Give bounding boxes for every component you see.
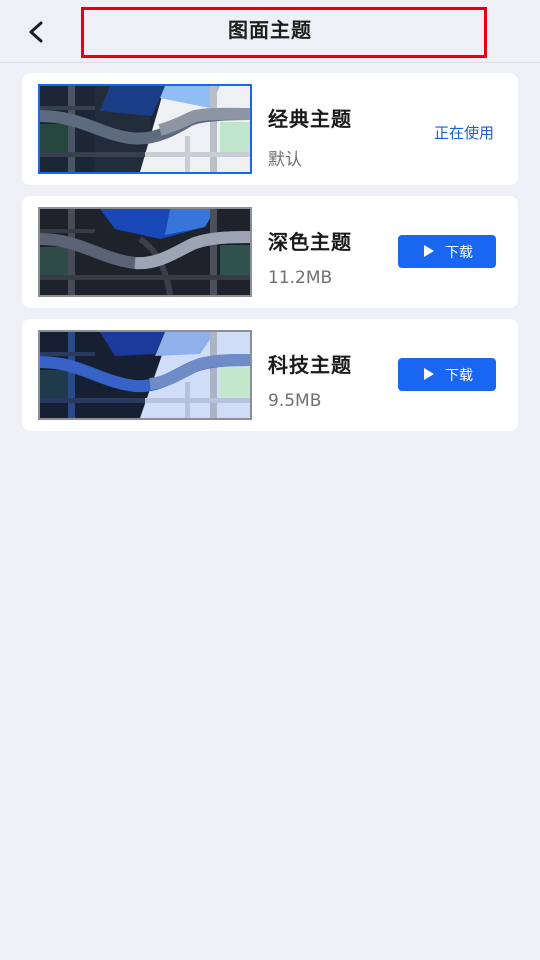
download-button-label: 下载 (445, 245, 473, 261)
header-bar: 图面主题 (0, 0, 540, 62)
play-icon (424, 245, 434, 257)
theme-size: 11.2MB (268, 268, 333, 288)
theme-thumbnail-tech[interactable] (38, 330, 252, 420)
header-divider (0, 62, 540, 63)
theme-card-tech[interactable]: 科技主题 9.5MB 下载 (22, 319, 518, 431)
play-icon (424, 368, 434, 380)
theme-thumbnail-classic[interactable] (38, 84, 252, 174)
download-button-label: 下载 (445, 368, 473, 384)
theme-size: 9.5MB (268, 391, 322, 411)
theme-card-dark[interactable]: 深色主题 11.2MB 下载 (22, 196, 518, 308)
theme-name: 科技主题 (268, 353, 352, 377)
in-use-status: 正在使用 (433, 124, 494, 142)
theme-subtitle: 默认 (268, 150, 302, 170)
title-highlight-box (81, 7, 487, 58)
download-button[interactable]: 下载 (398, 235, 496, 268)
theme-thumbnail-dark[interactable] (38, 207, 252, 297)
theme-card-classic[interactable]: 经典主题 默认 正在使用 (22, 73, 518, 185)
theme-name: 深色主题 (268, 230, 352, 254)
theme-name: 经典主题 (268, 107, 352, 131)
download-button[interactable]: 下载 (398, 358, 496, 391)
